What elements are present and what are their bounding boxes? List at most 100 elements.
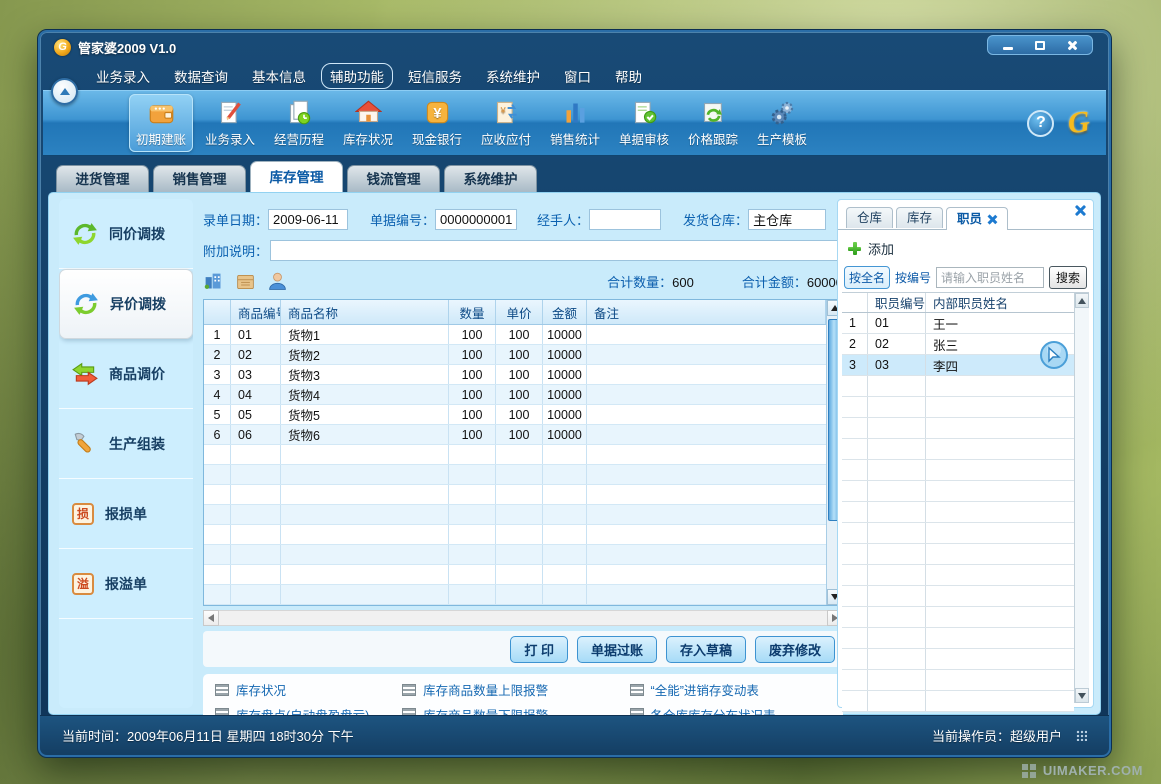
loss-stamp-icon: 损 <box>72 503 94 525</box>
report-sheet-icon <box>630 684 644 696</box>
form-row-2: 附加说明： <box>203 240 843 261</box>
sidebar-item-diff-price-transfer[interactable]: 异价调拨 <box>59 269 193 339</box>
menu-window[interactable]: 窗口 <box>564 66 591 86</box>
tab-cashflow[interactable]: 钱流管理 <box>347 165 440 192</box>
help-icon[interactable]: ? <box>1027 110 1054 137</box>
col-header-staff-code[interactable]: 职员编号 <box>868 293 926 312</box>
tab-inventory[interactable]: 库存管理 <box>250 161 343 192</box>
add-plus-icon[interactable] <box>848 242 861 255</box>
add-label[interactable]: 添加 <box>868 239 894 258</box>
person-icon[interactable] <box>267 271 288 292</box>
sidebar-item-production-assembly[interactable]: 生产组装 <box>59 409 193 479</box>
discard-changes-button[interactable]: 废弃修改 <box>755 636 835 663</box>
col-header-price[interactable]: 单价 <box>496 300 543 324</box>
table-row[interactable]: 505货物510010010000 <box>204 405 826 425</box>
toolbar-receivables-payables[interactable]: ¥ 应收应付 <box>474 94 538 152</box>
sidebar-item-overflow-report[interactable]: 溢 报溢单 <box>59 549 193 619</box>
empty-row <box>842 397 1074 418</box>
toolbar-sales-statistics[interactable]: 销售统计 <box>543 94 607 152</box>
menu-system-maintenance[interactable]: 系统维护 <box>486 66 540 86</box>
items-table: 商品编号 商品名称 数量 单价 金额 备注 101货物110010010000 … <box>203 299 843 606</box>
menu-aux-functions[interactable]: 辅助功能 <box>321 63 393 89</box>
record-date-field[interactable] <box>268 209 348 230</box>
col-header-amount[interactable]: 金额 <box>543 300 587 324</box>
brand-g-icon: G <box>1067 105 1092 141</box>
link-inventory-status[interactable]: 库存状况 <box>215 682 398 698</box>
search-button[interactable]: 搜索 <box>1049 266 1087 289</box>
sidebar-item-label: 同价调拨 <box>109 224 165 244</box>
doc-no-field[interactable] <box>435 209 517 230</box>
resize-grip[interactable] <box>1076 730 1087 741</box>
print-button[interactable]: 打 印 <box>510 636 568 663</box>
warehouse-field[interactable] <box>748 209 826 230</box>
toolbar-inventory-status[interactable]: 库存状况 <box>336 94 400 152</box>
toolbar-business-entry[interactable]: 业务录入 <box>198 94 262 152</box>
table-row[interactable]: 101货物110010010000 <box>204 325 826 345</box>
table-row[interactable]: 202货物210010010000 <box>204 345 826 365</box>
link-qty-upper-alarm[interactable]: 库存商品数量上限报警 <box>402 682 625 698</box>
toolbar-business-history[interactable]: 经营历程 <box>267 94 331 152</box>
close-button[interactable] <box>1060 38 1084 53</box>
menu-data-query[interactable]: 数据查询 <box>174 66 228 86</box>
filter-by-name-button[interactable]: 按全名 <box>844 266 890 289</box>
toolbar-price-tracking[interactable]: 价格跟踪 <box>681 94 745 152</box>
tab-sales[interactable]: 销售管理 <box>153 165 246 192</box>
toolbar-initial-setup[interactable]: 初期建账 <box>129 94 193 152</box>
horizontal-scrollbar[interactable] <box>203 610 843 626</box>
content-area: 同价调拨 异价调拨 商品调价 生产组装 损 报损单 溢 报溢单 <box>48 192 1101 715</box>
report-sheet-icon <box>402 684 416 696</box>
scroll-left-button[interactable] <box>203 610 219 626</box>
hscroll-track[interactable] <box>219 610 827 626</box>
maximize-button[interactable] <box>1028 38 1052 53</box>
empty-row <box>204 485 826 505</box>
scroll-down-button[interactable] <box>1075 688 1089 703</box>
package-box-icon[interactable] <box>235 271 256 292</box>
tab-stock[interactable]: 库存 <box>896 207 943 228</box>
note-field[interactable] <box>270 240 843 261</box>
table-row[interactable]: 606货物610010010000 <box>204 425 826 445</box>
col-header-code[interactable]: 商品编号 <box>231 300 281 324</box>
staff-search-input[interactable] <box>936 267 1044 288</box>
minimize-button[interactable] <box>996 38 1020 53</box>
toolbar-label: 现金银行 <box>412 129 462 148</box>
col-header-note[interactable]: 备注 <box>587 300 826 324</box>
scroll-up-button[interactable] <box>1075 293 1089 308</box>
sidebar-item-loss-report[interactable]: 损 报损单 <box>59 479 193 549</box>
staff-vertical-scrollbar[interactable] <box>1074 293 1089 703</box>
col-header-name[interactable]: 商品名称 <box>281 300 449 324</box>
company-building-icon[interactable] <box>203 271 224 292</box>
tab-system[interactable]: 系统维护 <box>444 165 537 192</box>
handler-field[interactable] <box>589 209 661 230</box>
staff-row[interactable]: 101王一 <box>842 313 1074 334</box>
arrow-up-icon <box>1078 298 1086 304</box>
table-row[interactable]: 404货物410010010000 <box>204 385 826 405</box>
cycle-arrows-green-icon <box>72 221 98 247</box>
empty-row <box>204 565 826 585</box>
tab-staff[interactable]: 职员 <box>946 207 1008 230</box>
meta-row: 合计数量：600 合计金额：60000 <box>203 269 843 293</box>
save-draft-button[interactable]: 存入草稿 <box>666 636 746 663</box>
sidebar-item-label: 商品调价 <box>109 364 165 384</box>
table-row[interactable]: 303货物310010010000 <box>204 365 826 385</box>
col-header-staff-name[interactable]: 内部职员姓名 <box>926 293 1074 312</box>
toolbar-cash-bank[interactable]: ¥ 现金银行 <box>405 94 469 152</box>
menu-basic-info[interactable]: 基本信息 <box>252 66 306 86</box>
sidebar-item-price-adjust[interactable]: 商品调价 <box>59 339 193 409</box>
empty-row <box>842 586 1074 607</box>
tab-purchase[interactable]: 进货管理 <box>56 165 149 192</box>
col-header-qty[interactable]: 数量 <box>449 300 496 324</box>
collapse-toolbar-button[interactable] <box>51 78 78 105</box>
menu-help[interactable]: 帮助 <box>615 66 642 86</box>
tab-warehouse[interactable]: 仓库 <box>846 207 893 228</box>
toolbar-document-audit[interactable]: 单据审核 <box>612 94 676 152</box>
menu-business-entry[interactable]: 业务录入 <box>96 66 150 86</box>
filter-by-code-button[interactable]: 按编号 <box>895 269 931 286</box>
menu-sms-service[interactable]: 短信服务 <box>408 66 462 86</box>
toolbar-production-template[interactable]: 生产模板 <box>750 94 814 152</box>
svg-text:¥: ¥ <box>499 105 506 115</box>
link-almighty-change-table[interactable]: “全能”进销存变动表 <box>630 682 831 698</box>
post-document-button[interactable]: 单据过账 <box>577 636 657 663</box>
sidebar-item-same-price-transfer[interactable]: 同价调拨 <box>59 199 193 269</box>
empty-row <box>204 465 826 485</box>
tab-close-icon[interactable] <box>988 215 997 224</box>
